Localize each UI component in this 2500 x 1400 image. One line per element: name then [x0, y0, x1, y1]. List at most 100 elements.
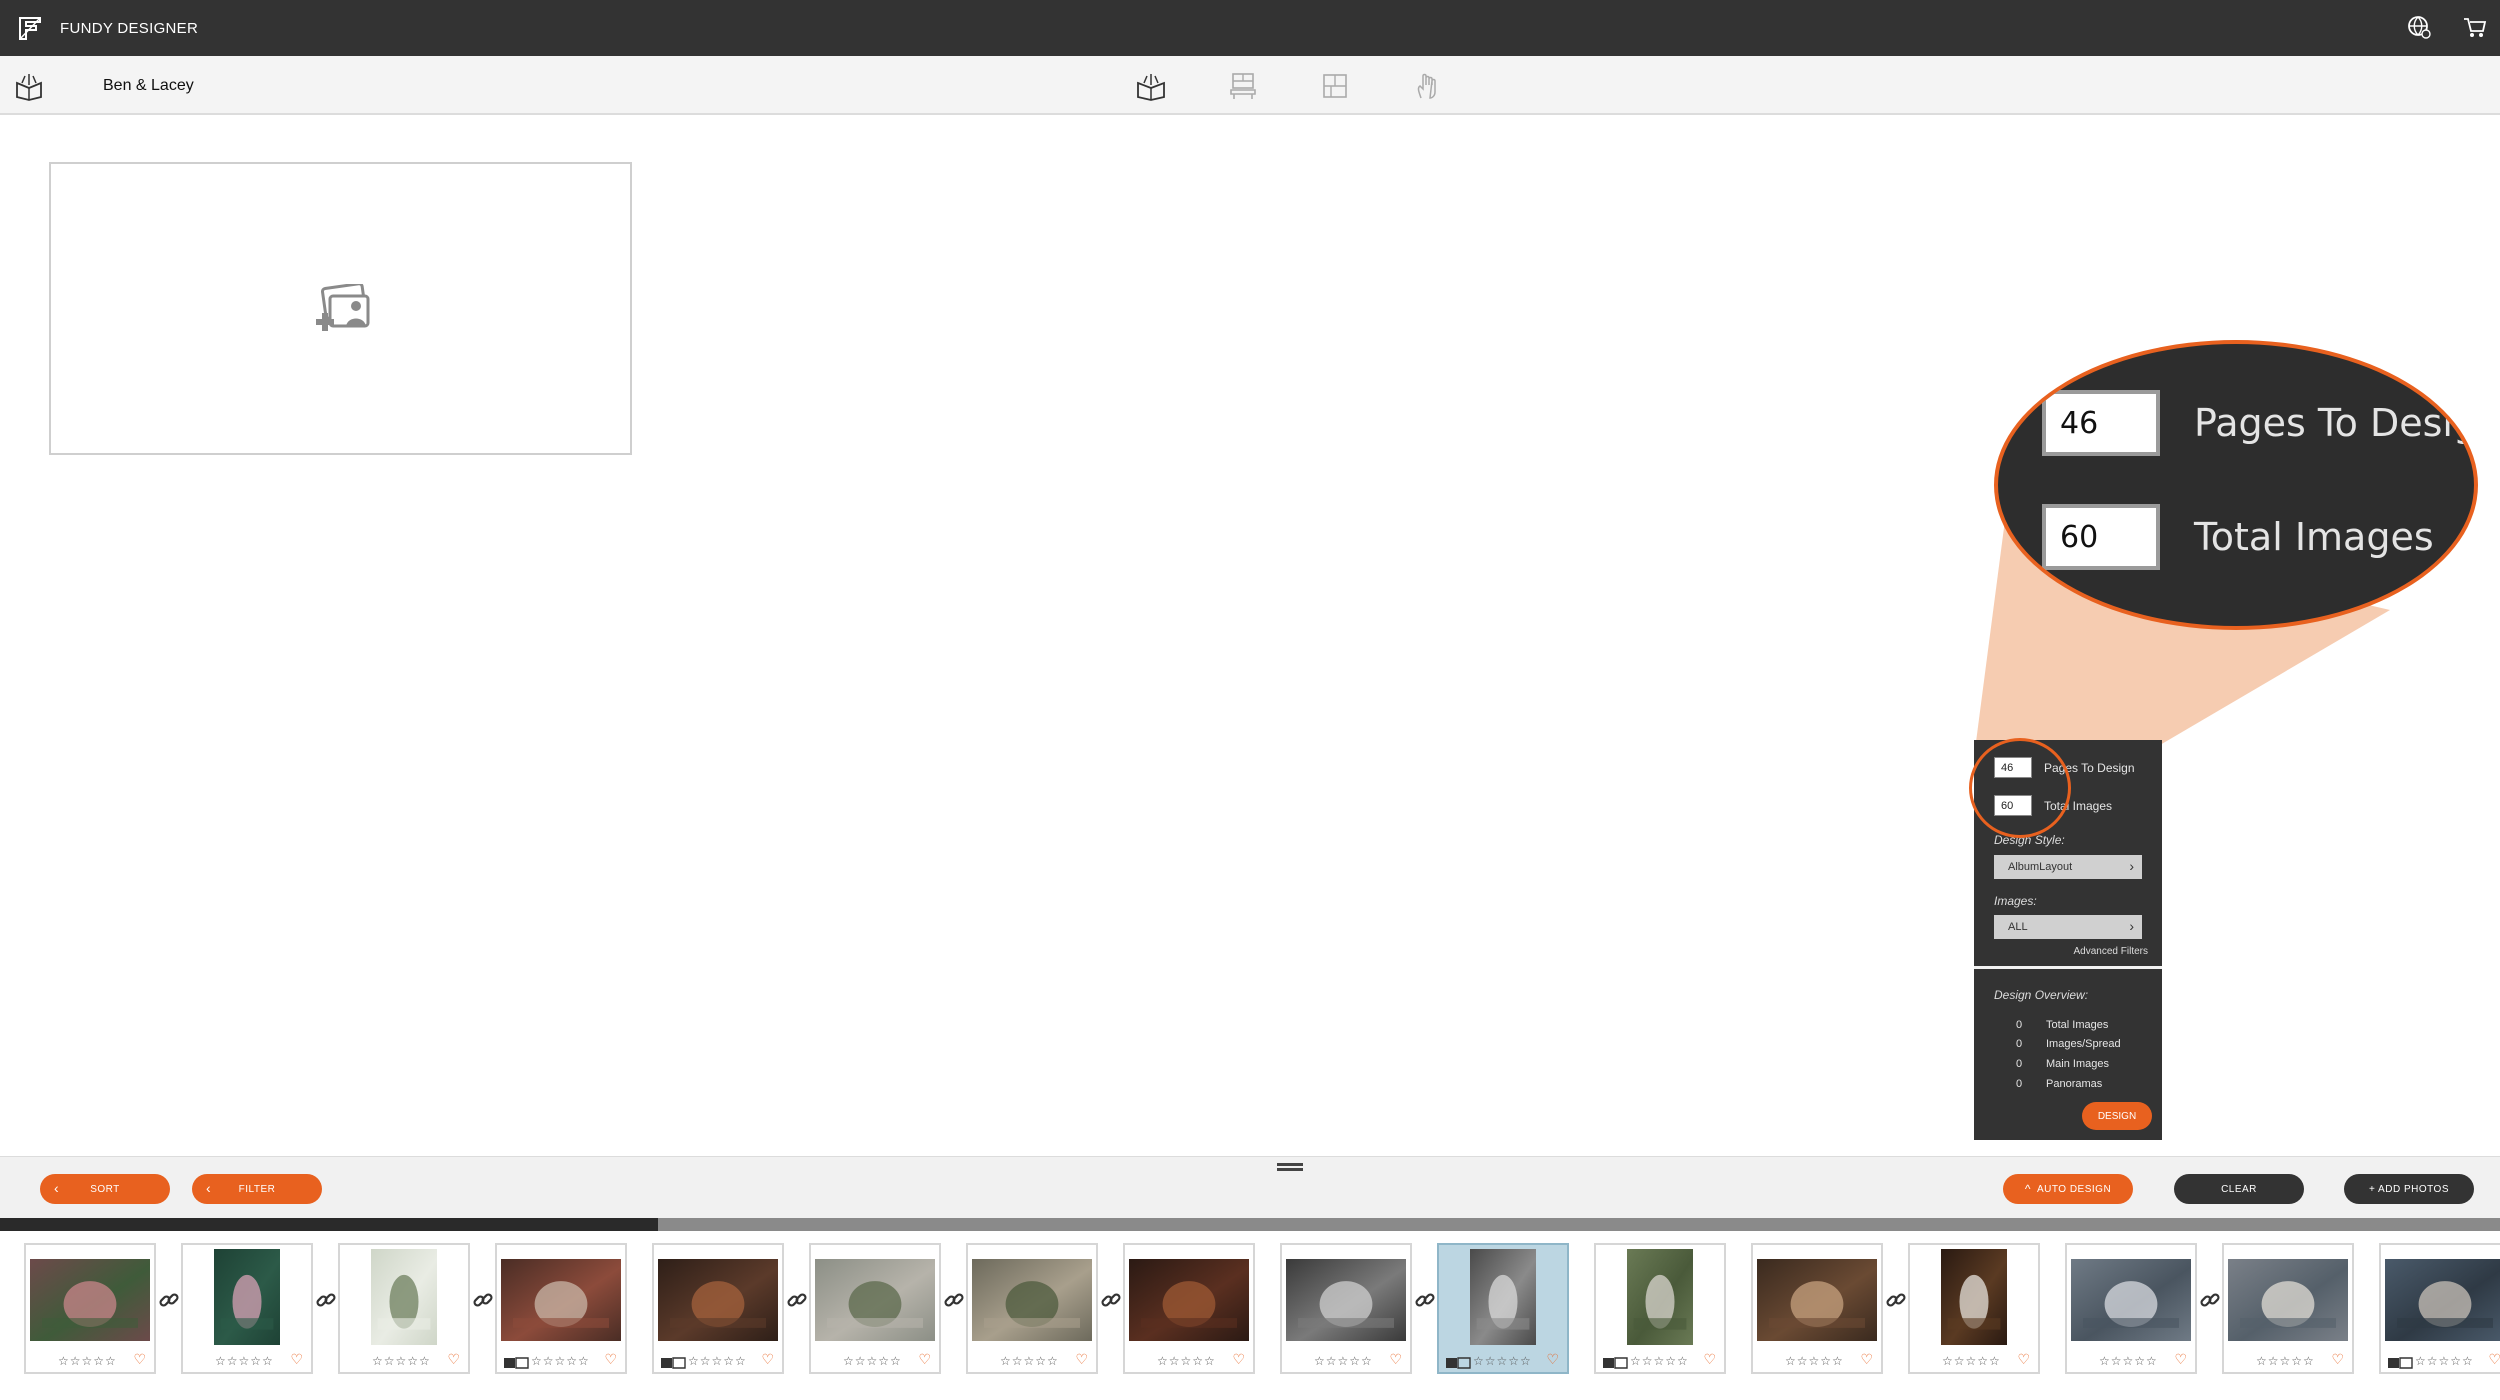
cart-icon[interactable] [2462, 14, 2488, 40]
favorite-heart-icon[interactable]: ♡ [1075, 1351, 1088, 1368]
favorite-heart-icon[interactable]: ♡ [2331, 1351, 2344, 1368]
favorite-heart-icon[interactable]: ♡ [2174, 1351, 2187, 1368]
link-chain-icon[interactable] [943, 1289, 965, 1311]
top-bar: FUNDY DESIGNER [0, 0, 2500, 56]
help-globe-icon[interactable] [2406, 14, 2432, 40]
design-style-select[interactable]: AlbumLayout › [1994, 855, 2142, 879]
add-photos-icon[interactable] [312, 284, 372, 338]
total-images-input[interactable]: 60 [1994, 795, 2032, 816]
star-rating[interactable]: ☆☆☆☆☆ [215, 1354, 274, 1368]
photo-thumbnail[interactable]: ☆☆☆☆☆ ♡ [1594, 1243, 1726, 1374]
photo-thumbnail[interactable]: ☆☆☆☆☆ ♡ [1280, 1243, 1412, 1374]
photo-thumbnail[interactable]: ☆☆☆☆☆ ♡ [495, 1243, 627, 1374]
favorite-heart-icon[interactable]: ♡ [761, 1351, 774, 1368]
star-rating[interactable]: ☆☆☆☆☆ [1630, 1354, 1689, 1368]
favorite-heart-icon[interactable]: ♡ [1546, 1351, 1559, 1368]
star-rating[interactable]: ☆☆☆☆☆ [1473, 1354, 1532, 1368]
used-in-album-icon [1446, 1357, 1471, 1369]
link-chain-icon[interactable] [1100, 1289, 1122, 1311]
pages-to-design-input[interactable]: 46 [1994, 757, 2032, 778]
photo-thumbnail[interactable]: ☆☆☆☆☆ ♡ [1751, 1243, 1883, 1374]
photo-thumbnail[interactable]: ☆☆☆☆☆ ♡ [809, 1243, 941, 1374]
photo-thumbnail[interactable]: ☆☆☆☆☆ ♡ [2065, 1243, 2197, 1374]
photo-thumbnail[interactable]: ☆☆☆☆☆ ♡ [181, 1243, 313, 1374]
overview-row: 0 Main Images [2016, 1058, 2109, 1070]
card-layout-icon[interactable] [1319, 70, 1351, 102]
magnifier-images-label: Total Images [2194, 515, 2434, 559]
star-rating[interactable]: ☆☆☆☆☆ [1157, 1354, 1216, 1368]
fundy-logo-icon[interactable] [14, 12, 46, 44]
star-rating[interactable]: ☆☆☆☆☆ [1785, 1354, 1844, 1368]
star-rating[interactable]: ☆☆☆☆☆ [2415, 1354, 2474, 1368]
star-rating[interactable]: ☆☆☆☆☆ [2256, 1354, 2315, 1368]
photo-thumbnail[interactable]: ☆☆☆☆☆ ♡ [2379, 1243, 2500, 1374]
photo-thumbnail[interactable]: ☆☆☆☆☆ ♡ [338, 1243, 470, 1374]
favorite-heart-icon[interactable]: ♡ [918, 1351, 931, 1368]
photo-image [1941, 1249, 2007, 1345]
star-rating[interactable]: ☆☆☆☆☆ [531, 1354, 590, 1368]
filter-button[interactable]: ‹ FILTER [192, 1174, 322, 1204]
album-mode-icon[interactable] [1135, 70, 1167, 102]
overview-row: 0 Total Images [2016, 1019, 2108, 1031]
clear-button[interactable]: CLEAR [2174, 1174, 2304, 1204]
star-rating[interactable]: ☆☆☆☆☆ [2099, 1354, 2158, 1368]
photo-thumbnail[interactable]: ☆☆☆☆☆ ♡ [2222, 1243, 2354, 1374]
favorite-heart-icon[interactable]: ♡ [2488, 1351, 2500, 1368]
album-spread[interactable] [49, 162, 632, 455]
favorite-heart-icon[interactable]: ♡ [133, 1351, 146, 1368]
star-rating[interactable]: ☆☆☆☆☆ [1314, 1354, 1373, 1368]
photo-image [972, 1259, 1092, 1341]
favorite-heart-icon[interactable]: ♡ [1860, 1351, 1873, 1368]
overview-label: Main Images [2046, 1058, 2109, 1070]
zoom-magnifier: 46 Pages To Desig 60 Total Images [1994, 340, 2478, 630]
link-chain-icon[interactable] [1885, 1289, 1907, 1311]
star-rating[interactable]: ☆☆☆☆☆ [372, 1354, 431, 1368]
design-button[interactable]: DESIGN [2082, 1102, 2152, 1130]
album-book-icon[interactable] [14, 71, 44, 101]
magnifier-pages-value: 46 [2042, 390, 2160, 456]
link-chain-icon[interactable] [786, 1289, 808, 1311]
link-chain-icon[interactable] [472, 1289, 494, 1311]
link-chain-icon[interactable] [158, 1289, 180, 1311]
favorite-heart-icon[interactable]: ♡ [604, 1351, 617, 1368]
magnifier-images-value: 60 [2042, 504, 2160, 570]
images-select[interactable]: ALL › [1994, 915, 2142, 939]
favorite-heart-icon[interactable]: ♡ [2017, 1351, 2030, 1368]
chevron-right-icon: › [2129, 858, 2134, 874]
favorite-heart-icon[interactable]: ♡ [1389, 1351, 1402, 1368]
photo-image [815, 1259, 935, 1341]
app-title: FUNDY DESIGNER [60, 20, 199, 37]
photo-image [30, 1259, 150, 1341]
photo-thumbnail[interactable]: ☆☆☆☆☆ ♡ [1123, 1243, 1255, 1374]
filmstrip-scroll-thumb[interactable] [0, 1218, 658, 1231]
favorite-heart-icon[interactable]: ♡ [1703, 1351, 1716, 1368]
star-rating[interactable]: ☆☆☆☆☆ [688, 1354, 747, 1368]
auto-design-button[interactable]: ^ AUTO DESIGN [2003, 1174, 2133, 1204]
add-photos-button[interactable]: + ADD PHOTOS [2344, 1174, 2474, 1204]
sort-button[interactable]: ‹ SORT [40, 1174, 170, 1204]
advanced-filters-link[interactable]: Advanced Filters [2074, 946, 2148, 957]
star-rating[interactable]: ☆☆☆☆☆ [1942, 1354, 2001, 1368]
wall-art-icon[interactable] [1227, 70, 1259, 102]
hand-icon[interactable] [1411, 70, 1443, 102]
favorite-heart-icon[interactable]: ♡ [1232, 1351, 1245, 1368]
overview-label: Images/Spread [2046, 1038, 2121, 1050]
photo-thumbnail[interactable]: ☆☆☆☆☆ ♡ [1908, 1243, 2040, 1374]
panel-resize-handle[interactable] [1277, 1163, 1303, 1171]
link-chain-icon[interactable] [2199, 1289, 2221, 1311]
photo-thumbnail[interactable]: ☆☆☆☆☆ ♡ [24, 1243, 156, 1374]
photo-thumbnail[interactable]: ☆☆☆☆☆ ♡ [652, 1243, 784, 1374]
photo-thumbnail[interactable]: ☆☆☆☆☆ ♡ [966, 1243, 1098, 1374]
favorite-heart-icon[interactable]: ♡ [290, 1351, 303, 1368]
favorite-heart-icon[interactable]: ♡ [447, 1351, 460, 1368]
star-rating[interactable]: ☆☆☆☆☆ [1000, 1354, 1059, 1368]
chevron-right-icon: › [2129, 918, 2134, 934]
photo-thumbnail[interactable]: ☆☆☆☆☆ ♡ [1437, 1243, 1569, 1374]
photo-image [658, 1259, 778, 1341]
link-chain-icon[interactable] [315, 1289, 337, 1311]
filmstrip-scrollbar[interactable] [0, 1218, 2500, 1231]
star-rating[interactable]: ☆☆☆☆☆ [843, 1354, 902, 1368]
star-rating[interactable]: ☆☆☆☆☆ [58, 1354, 117, 1368]
filter-label: FILTER [238, 1183, 276, 1195]
link-chain-icon[interactable] [1414, 1289, 1436, 1311]
